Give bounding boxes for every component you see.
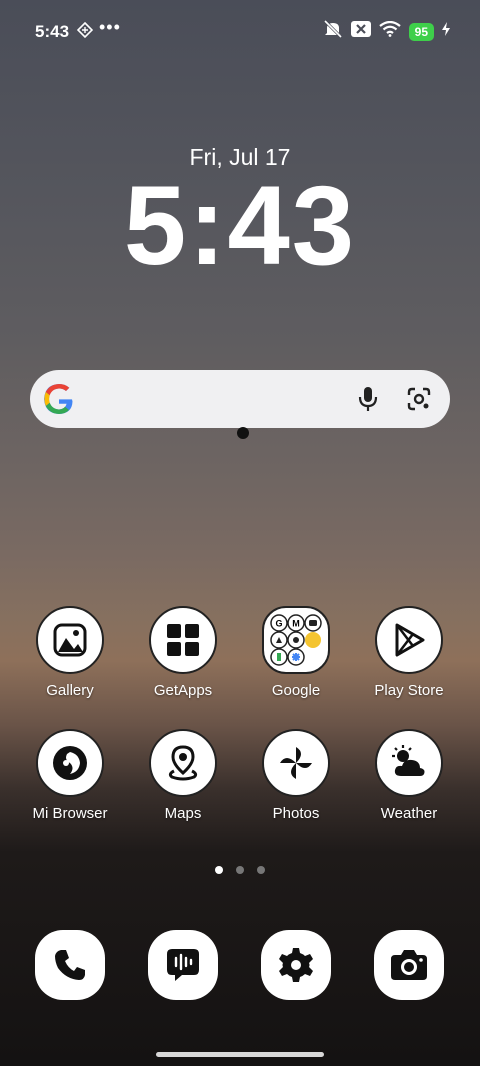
battery-level: 95 <box>408 22 434 41</box>
page-dot <box>236 866 244 874</box>
google-lens-icon[interactable] <box>406 386 432 417</box>
settings-icon <box>261 930 331 1000</box>
google-logo-icon <box>42 382 76 421</box>
mi-browser-icon <box>36 729 104 797</box>
messages-icon <box>148 930 218 1000</box>
page-dot-active <box>215 866 223 874</box>
app-label: Mi Browser <box>32 805 108 822</box>
gallery-icon <box>36 606 104 674</box>
charging-icon <box>442 22 450 41</box>
voice-search-icon[interactable] <box>358 386 378 417</box>
silent-icon <box>323 19 343 43</box>
google-folder-icon: G M <box>262 606 330 674</box>
more-notifications-icon: ••• <box>99 17 121 37</box>
notification-app-icon <box>76 21 94 43</box>
dock-settings[interactable] <box>261 930 331 1000</box>
app-maps[interactable]: Maps <box>128 729 238 822</box>
app-gallery[interactable]: Gallery <box>15 606 125 699</box>
lockscreen-clock: 5:43 <box>123 163 357 288</box>
app-getapps[interactable]: GetApps <box>128 606 238 699</box>
status-time: 5:43 <box>35 22 70 41</box>
folder-google[interactable]: G M Google <box>241 606 351 699</box>
page-dot <box>257 866 265 874</box>
app-weather[interactable]: Weather <box>354 729 464 822</box>
app-label: Play Store <box>374 682 444 699</box>
photos-icon <box>262 729 330 797</box>
svg-text:M: M <box>292 619 300 629</box>
page-indicator <box>215 866 265 874</box>
getapps-icon <box>149 606 217 674</box>
app-play-store[interactable]: Play Store <box>354 606 464 699</box>
search-bar-dot <box>237 427 249 439</box>
status-icons: 95 <box>323 19 450 43</box>
svg-text:G: G <box>275 619 282 629</box>
status-bar: 5:43 ••• 95 <box>0 0 480 62</box>
weather-icon <box>375 729 443 797</box>
app-photos[interactable]: Photos <box>241 729 351 822</box>
app-label: Photos <box>272 805 320 822</box>
home-gesture-bar[interactable] <box>156 1052 324 1057</box>
camera-icon <box>374 930 444 1000</box>
app-label: Gallery <box>46 682 94 699</box>
phone-icon <box>35 930 105 1000</box>
maps-icon <box>149 729 217 797</box>
dock-messages[interactable] <box>148 930 218 1000</box>
dock-camera[interactable] <box>374 930 444 1000</box>
app-label: Weather <box>380 805 438 822</box>
app-label: Maps <box>164 805 202 822</box>
app-mi-browser[interactable]: Mi Browser <box>15 729 125 822</box>
play-store-icon <box>375 606 443 674</box>
data-off-icon <box>350 21 371 42</box>
wifi-icon <box>378 20 401 42</box>
dock-phone[interactable] <box>35 930 105 1000</box>
folder-label: Google <box>271 682 321 699</box>
google-search-bar[interactable] <box>30 370 450 428</box>
app-label: GetApps <box>153 682 213 699</box>
